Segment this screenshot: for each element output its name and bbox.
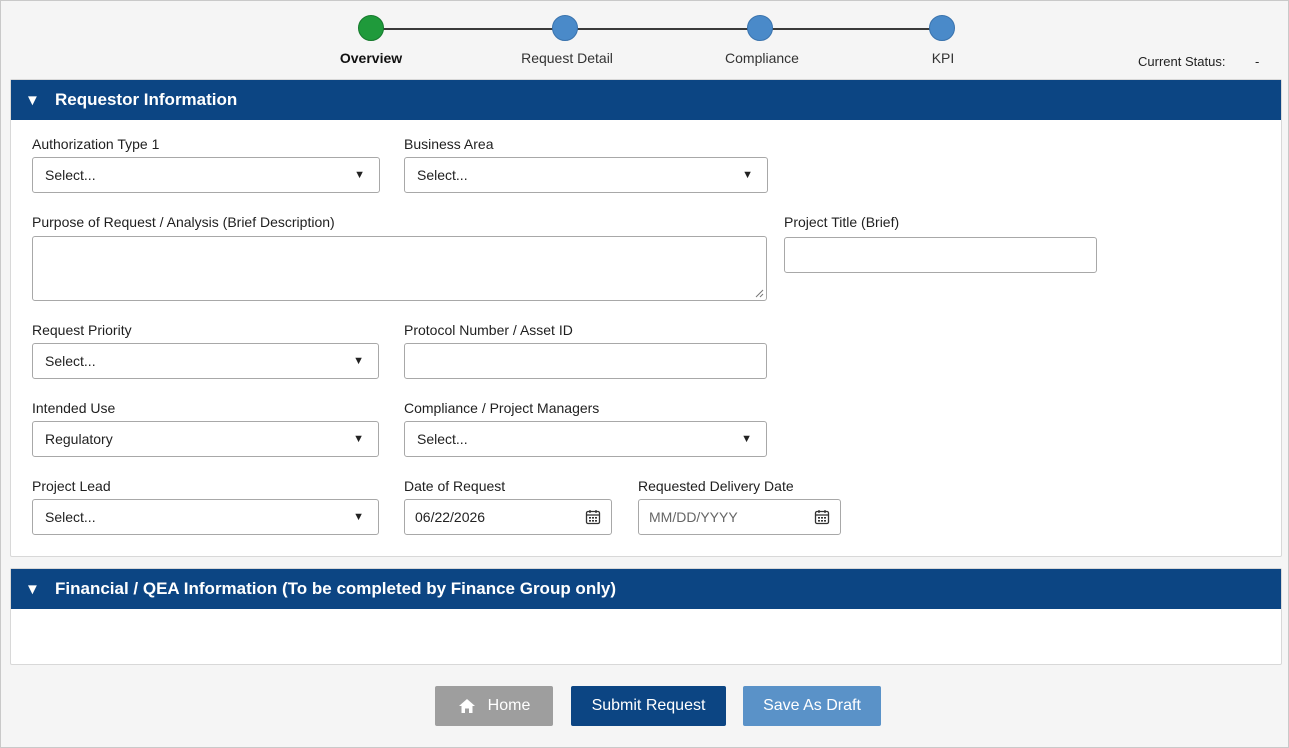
save-as-draft-button[interactable]: Save As Draft — [743, 686, 881, 726]
project-lead-value: Select... — [45, 509, 96, 525]
requested-delivery-date-input[interactable]: MM/DD/YYYY — [638, 499, 841, 535]
request-priority-select[interactable]: Select... ▼ — [32, 343, 379, 379]
protocol-number-label: Protocol Number / Asset ID — [404, 322, 573, 338]
submit-request-label: Submit Request — [591, 697, 706, 714]
protocol-number-input[interactable] — [404, 343, 767, 379]
step-label-compliance[interactable]: Compliance — [725, 50, 799, 66]
current-status-value: - — [1255, 54, 1260, 69]
intended-use-label: Intended Use — [32, 400, 116, 416]
requestor-panel: ▼ Requestor Information Authorization Ty… — [10, 79, 1282, 557]
financial-panel-title: Financial / QEA Information (To be compl… — [55, 579, 617, 598]
business-area-select[interactable]: Select... ▼ — [404, 157, 768, 193]
dropdown-arrow-icon: ▼ — [742, 169, 753, 181]
calendar-icon[interactable] — [814, 509, 830, 525]
project-lead-label: Project Lead — [32, 478, 111, 494]
financial-panel-header[interactable]: ▼ Financial / QEA Information (To be com… — [11, 569, 1281, 609]
step-label-request-detail[interactable]: Request Detail — [521, 50, 613, 66]
step-connector — [371, 28, 565, 30]
dropdown-arrow-icon: ▼ — [354, 169, 365, 181]
purpose-label: Purpose of Request / Analysis (Brief Des… — [32, 214, 335, 230]
dropdown-arrow-icon: ▼ — [741, 433, 752, 445]
request-priority-label: Request Priority — [32, 322, 132, 338]
authorization-type-select[interactable]: Select... ▼ — [32, 157, 380, 193]
date-of-request-input[interactable]: 06/22/2026 — [404, 499, 612, 535]
request-priority-value: Select... — [45, 353, 96, 369]
caret-down-icon[interactable]: ▼ — [25, 581, 40, 598]
submit-request-button[interactable]: Submit Request — [571, 686, 726, 726]
project-lead-select[interactable]: Select... ▼ — [32, 499, 379, 535]
business-area-label: Business Area — [404, 136, 494, 152]
home-button-label: Home — [487, 697, 531, 714]
dropdown-arrow-icon: ▼ — [353, 511, 364, 523]
date-of-request-value: 06/22/2026 — [415, 509, 486, 525]
requested-delivery-date-label: Requested Delivery Date — [638, 478, 794, 494]
dropdown-arrow-icon: ▼ — [353, 433, 364, 445]
dropdown-arrow-icon: ▼ — [353, 355, 364, 367]
purpose-textarea[interactable] — [32, 236, 767, 301]
step-dot-request-detail[interactable] — [552, 15, 578, 41]
compliance-managers-value: Select... — [417, 431, 468, 447]
progress-stepper: Overview Request Detail Compliance KPI C… — [1, 1, 1289, 79]
home-button[interactable]: Home — [435, 686, 553, 726]
current-status-label: Current Status: — [1138, 54, 1226, 69]
save-as-draft-label: Save As Draft — [763, 697, 861, 714]
page-frame: Overview Request Detail Compliance KPI C… — [0, 0, 1289, 748]
intended-use-value: Regulatory — [45, 431, 113, 447]
compliance-managers-select[interactable]: Select... ▼ — [404, 421, 767, 457]
intended-use-select[interactable]: Regulatory ▼ — [32, 421, 379, 457]
resize-grip-icon[interactable] — [754, 288, 764, 298]
business-area-value: Select... — [417, 167, 468, 183]
step-connector — [760, 28, 942, 30]
calendar-icon[interactable] — [585, 509, 601, 525]
financial-panel: ▼ Financial / QEA Information (To be com… — [10, 568, 1282, 665]
compliance-managers-label: Compliance / Project Managers — [404, 400, 600, 416]
authorization-type-label: Authorization Type 1 — [32, 136, 160, 152]
caret-down-icon[interactable]: ▼ — [25, 92, 40, 109]
requestor-panel-header[interactable]: ▼ Requestor Information — [11, 80, 1281, 120]
step-dot-kpi[interactable] — [929, 15, 955, 41]
step-label-overview[interactable]: Overview — [340, 50, 402, 66]
step-connector — [565, 28, 760, 30]
date-of-request-label: Date of Request — [404, 478, 506, 494]
requestor-panel-title: Requestor Information — [55, 90, 238, 109]
step-label-kpi[interactable]: KPI — [932, 50, 955, 66]
requested-delivery-date-placeholder: MM/DD/YYYY — [649, 509, 738, 525]
home-icon — [458, 699, 475, 713]
step-dot-overview[interactable] — [358, 15, 384, 41]
project-title-label: Project Title (Brief) — [784, 214, 900, 230]
project-title-input[interactable] — [784, 237, 1097, 273]
authorization-type-value: Select... — [45, 167, 96, 183]
step-dot-compliance[interactable] — [747, 15, 773, 41]
